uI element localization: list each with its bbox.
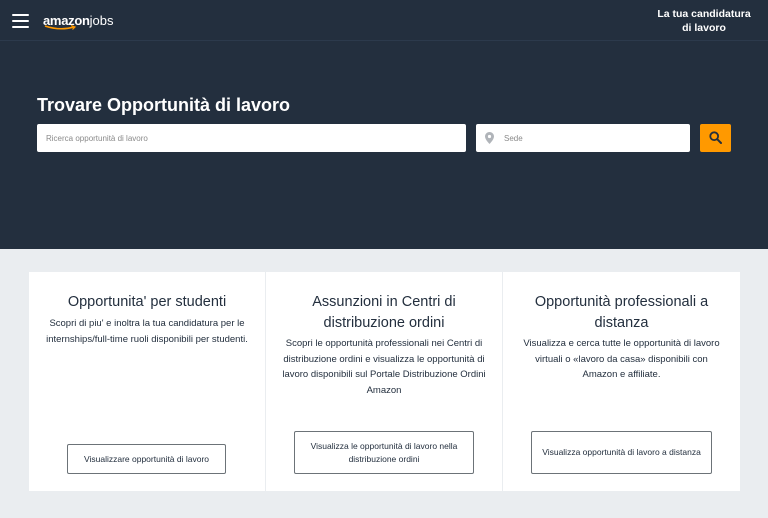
- opportunity-cards-section: Opportunita' per studenti Scopri di piu'…: [0, 249, 768, 518]
- card-description: Scopri di piu' e inoltra la tua candidat…: [46, 318, 248, 345]
- page-title: Trovare Opportunità di lavoro: [37, 95, 291, 115]
- hero-search-section: Trovare Opportunità di lavoro: [0, 41, 768, 249]
- remote-jobs-card: Opportunità professionali a distanza Vis…: [503, 272, 740, 491]
- search-icon: [709, 131, 722, 144]
- application-link[interactable]: La tua candidatura di lavoro: [654, 7, 754, 35]
- view-remote-jobs-button[interactable]: Visualizza opportunità di lavoro a dista…: [531, 431, 712, 474]
- view-fulfillment-jobs-button[interactable]: Visualizza le opportunità di lavoro nell…: [294, 431, 474, 474]
- amazon-jobs-logo[interactable]: amazonjobs: [43, 12, 113, 32]
- card-description: Scopri le opportunità professionali nei …: [282, 338, 486, 396]
- students-card: Opportunita' per studenti Scopri di piu'…: [29, 272, 265, 491]
- card-description: Visualizza e cerca tutte le opportunità …: [523, 338, 720, 380]
- location-field[interactable]: [476, 124, 690, 152]
- fulfillment-centers-card: Assunzioni in Centri di distribuzione or…: [266, 272, 502, 491]
- hamburger-menu-icon[interactable]: [12, 14, 29, 28]
- search-button[interactable]: [700, 124, 731, 152]
- card-title: Opportunita' per studenti: [67, 294, 227, 310]
- card-title: Assunzioni in Centri di distribuzione or…: [312, 294, 456, 331]
- location-input[interactable]: [498, 124, 686, 152]
- top-navigation-bar: amazonjobs La tua candidatura di lavoro: [0, 0, 768, 41]
- amazon-smile-icon: [44, 25, 77, 30]
- view-student-jobs-button[interactable]: Visualizzare opportunità di lavoro: [67, 444, 226, 474]
- job-search-input[interactable]: [37, 124, 466, 152]
- card-title: Opportunità professionali a distanza: [534, 294, 709, 331]
- map-pin-icon: [485, 132, 494, 144]
